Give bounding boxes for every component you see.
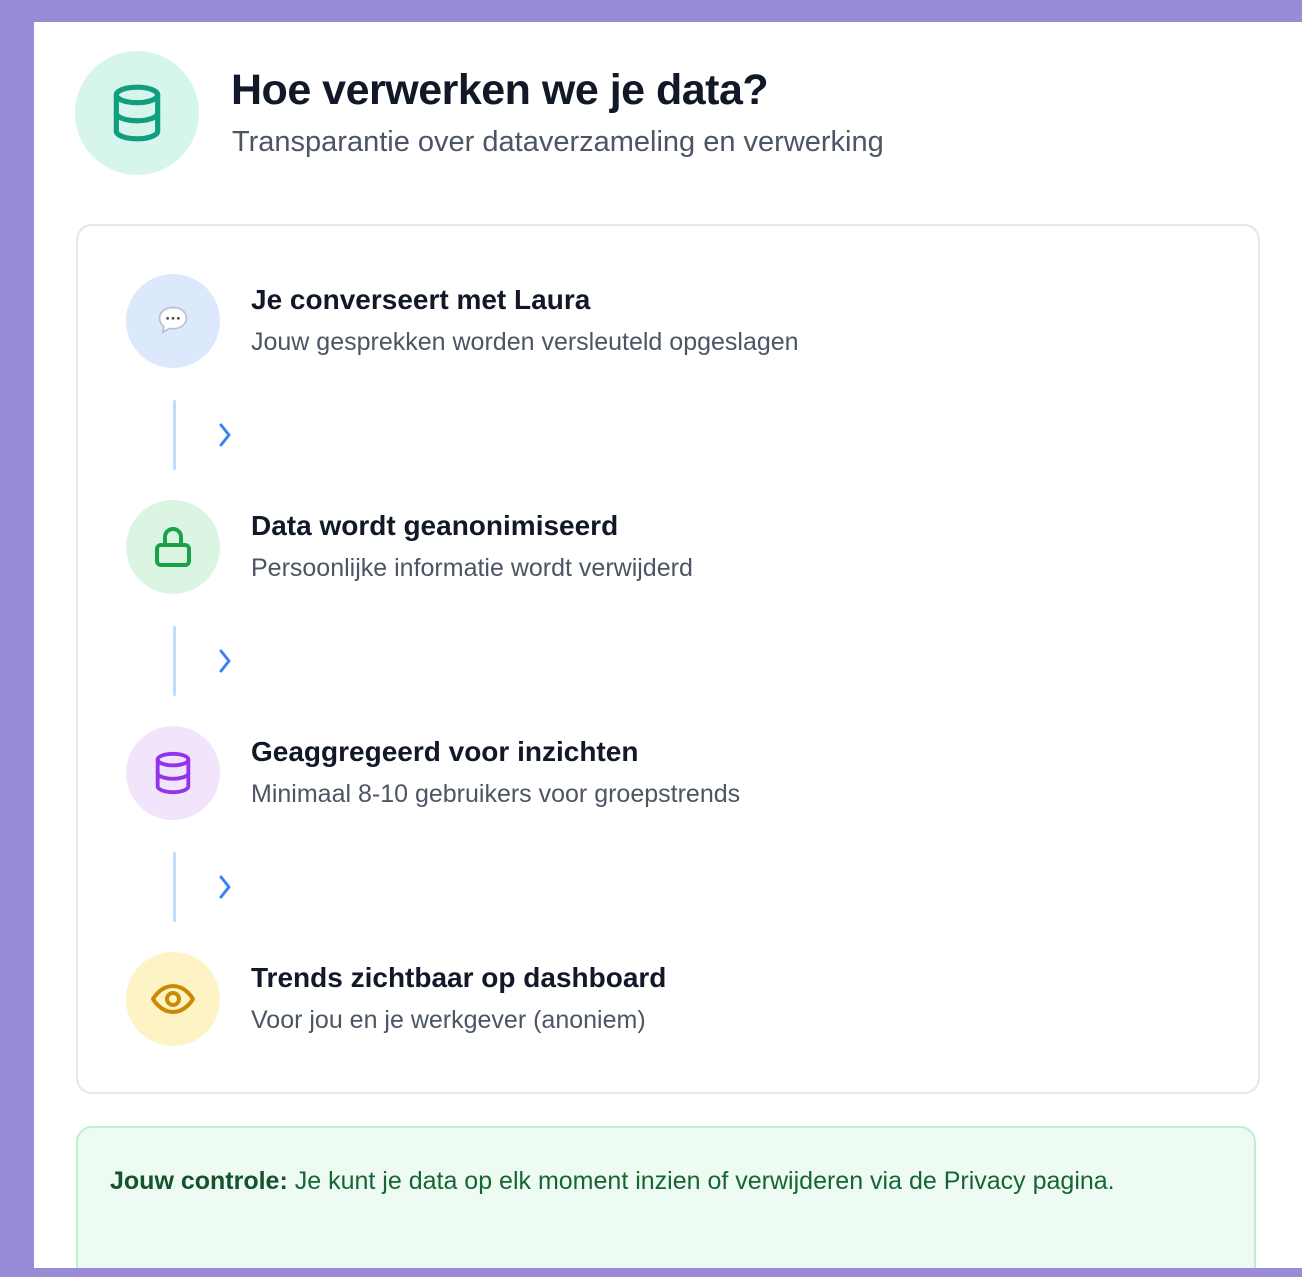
step-description: Jouw gesprekken worden versleuteld opges… [251, 328, 799, 356]
step-connector [173, 400, 253, 472]
step-description: Minimaal 8-10 gebruikers voor groepstren… [251, 780, 741, 808]
chevron-right-icon [219, 649, 231, 673]
control-notice: Jouw controle: Je kunt je data op elk mo… [76, 1126, 1256, 1268]
step-title: Trends zichtbaar op dashboard [251, 962, 667, 993]
step-description: Persoonlijke informatie wordt verwijderd [251, 554, 693, 582]
step-connector [173, 626, 253, 698]
step-description: Voor jou en je werkgever (anoniem) [251, 1006, 646, 1034]
page-subtitle: Transparantie over dataverzameling en ve… [232, 126, 884, 158]
lock-icon [155, 527, 191, 567]
eye-icon [151, 984, 195, 1014]
chat-bubble-icon [158, 306, 188, 334]
step-anonymization: Data wordt geanonimiseerd Persoonlijke i… [126, 500, 1226, 596]
database-icon [113, 84, 161, 142]
data-processing-panel: Hoe verwerken we je data? Transparantie … [34, 22, 1302, 1268]
control-notice-text: Jouw controle: Je kunt je data op elk mo… [110, 1162, 1210, 1201]
chevron-right-icon [219, 875, 231, 899]
step-icon-circle [126, 274, 220, 368]
database-icon [155, 751, 191, 795]
step-conversation: Je converseert met Laura Jouw gesprekken… [126, 274, 1226, 370]
step-icon-circle [126, 952, 220, 1046]
step-icon-circle [126, 500, 220, 594]
connector-line [173, 626, 176, 696]
page-title: Hoe verwerken we je data? [231, 66, 769, 114]
control-notice-body: Je kunt je data op elk moment inzien of … [287, 1167, 1115, 1195]
header-icon-circle [75, 51, 199, 175]
step-aggregation: Geaggregeerd voor inzichten Minimaal 8-1… [126, 726, 1226, 822]
connector-line [173, 852, 176, 922]
step-icon-circle [126, 726, 220, 820]
step-dashboard: Trends zichtbaar op dashboard Voor jou e… [126, 952, 1226, 1048]
process-steps-card: Je converseert met Laura Jouw gesprekken… [76, 224, 1260, 1094]
step-title: Je converseert met Laura [251, 284, 591, 315]
step-title: Geaggregeerd voor inzichten [251, 736, 639, 767]
control-notice-label: Jouw controle: [110, 1167, 288, 1195]
step-connector [173, 852, 253, 924]
connector-line [173, 400, 176, 470]
chevron-right-icon [219, 423, 231, 447]
step-title: Data wordt geanonimiseerd [251, 510, 619, 541]
